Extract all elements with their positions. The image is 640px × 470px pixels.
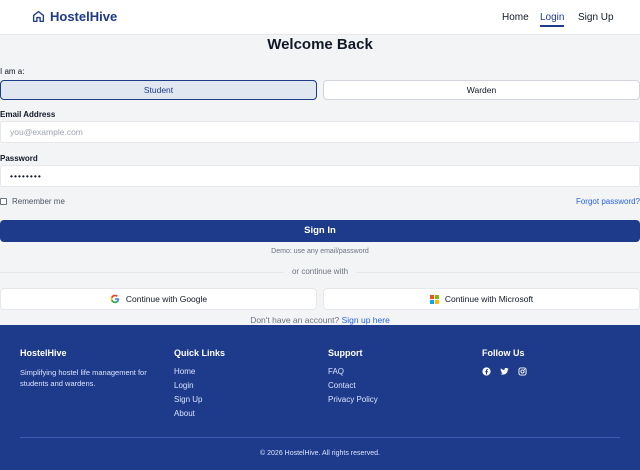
- footer-link-faq[interactable]: FAQ: [328, 367, 378, 376]
- top-navbar: HostelHive Home Login Sign Up: [0, 0, 640, 35]
- role-student-button[interactable]: Student: [0, 80, 317, 100]
- email-input[interactable]: you@example.com: [0, 121, 640, 143]
- quick-links-title: Quick Links: [174, 348, 226, 358]
- brand-name: HostelHive: [50, 9, 118, 24]
- facebook-icon[interactable]: [482, 367, 491, 376]
- footer-about: HostelHive Simplifying hostel life manag…: [20, 348, 160, 389]
- follow-title: Follow Us: [482, 348, 525, 358]
- password-input[interactable]: ••••••••: [0, 165, 640, 187]
- footer-link-login[interactable]: Login: [174, 381, 225, 390]
- account-text: Don't have an account?: [250, 315, 340, 325]
- password-label: Password: [0, 154, 38, 163]
- remember-label: Remember me: [12, 197, 65, 206]
- forgot-password-link[interactable]: Forgot password?: [576, 197, 640, 206]
- microsoft-login-label: Continue with Microsoft: [444, 294, 534, 304]
- nav-link-login[interactable]: Login: [540, 12, 565, 27]
- footer-link-home[interactable]: Home: [174, 367, 225, 376]
- footer-quick-links: Quick Links Home Login Sign Up About: [174, 348, 225, 423]
- google-icon: [110, 294, 120, 304]
- twitter-icon[interactable]: [500, 367, 509, 376]
- footer-link-privacy[interactable]: Privacy Policy: [328, 395, 378, 404]
- email-label: Email Address: [0, 110, 56, 119]
- footer-support: Support FAQ Contact Privacy Policy: [328, 348, 378, 409]
- demo-note: Demo: use any email/password: [271, 248, 369, 255]
- remember-me[interactable]: Remember me: [0, 197, 65, 206]
- signup-link[interactable]: Sign up here: [342, 315, 390, 325]
- role-warden-button[interactable]: Warden: [323, 80, 640, 100]
- nav-link-home[interactable]: Home: [502, 12, 529, 23]
- divider-text: or continue with: [283, 267, 357, 276]
- footer-follow: Follow Us: [482, 348, 527, 376]
- google-login-label: Continue with Google: [125, 294, 208, 304]
- footer: HostelHive Simplifying hostel life manag…: [0, 325, 640, 470]
- nav-link-signup[interactable]: Sign Up: [578, 12, 614, 23]
- copyright: © 2026 HostelHive. All rights reserved.: [260, 450, 380, 457]
- sign-in-button[interactable]: Sign In: [0, 220, 640, 242]
- footer-tagline: Simplifying hostel life management for s…: [20, 368, 147, 388]
- footer-link-about[interactable]: About: [174, 409, 225, 418]
- page-title: Welcome Back: [267, 36, 373, 53]
- footer-brand: HostelHive: [20, 348, 67, 358]
- support-title: Support: [328, 348, 363, 358]
- microsoft-icon: [429, 294, 439, 304]
- microsoft-login-button[interactable]: Continue with Microsoft: [323, 288, 640, 310]
- google-login-button[interactable]: Continue with Google: [0, 288, 317, 310]
- footer-divider: [20, 437, 620, 438]
- brand-logo[interactable]: HostelHive: [32, 9, 117, 24]
- house-icon: [32, 10, 45, 23]
- role-label: I am a:: [0, 67, 25, 76]
- signup-prompt: Don't have an account? Sign up here: [0, 315, 640, 325]
- footer-link-signup[interactable]: Sign Up: [174, 395, 225, 404]
- instagram-icon[interactable]: [518, 367, 527, 376]
- remember-checkbox[interactable]: [0, 198, 7, 205]
- footer-link-contact[interactable]: Contact: [328, 381, 378, 390]
